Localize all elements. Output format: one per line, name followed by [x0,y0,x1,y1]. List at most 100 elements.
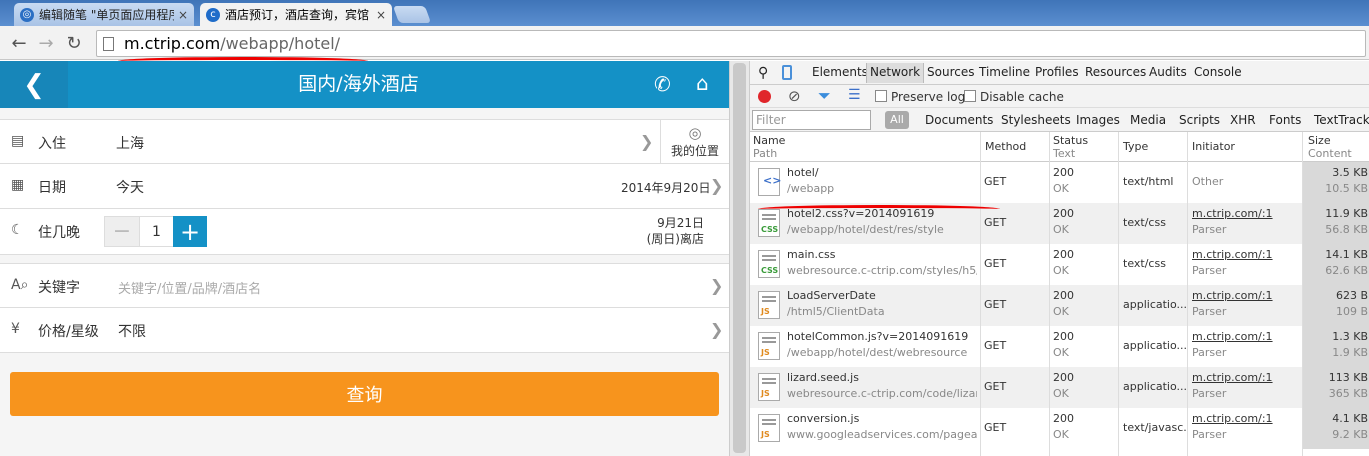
phone-icon[interactable]: ✆ [654,72,671,96]
request-initiator-cell: m.ctrip.com/:1 Parser [1192,247,1300,279]
nights-stepper: − 1 + [104,216,207,247]
close-tab-icon[interactable]: × [376,8,386,22]
column-divider [980,132,981,456]
filter-images[interactable]: Images [1076,113,1120,127]
filter-fonts[interactable]: Fonts [1269,113,1301,127]
request-content-size: 62.6 KB [1325,264,1368,277]
network-request-row[interactable]: CSS main.css webresource.c-ctrip.com/style… [750,244,1369,285]
filter-funnel-icon[interactable]: ⏷ [818,86,831,106]
inspect-icon[interactable]: ⚲ [758,65,768,81]
tab-elements[interactable]: Elements [812,65,868,79]
request-initiator[interactable]: m.ctrip.com/:1 [1192,247,1300,263]
request-name-cell: hotel/ /webapp [787,165,977,197]
search-button[interactable]: 查询 [10,372,719,416]
forward-arrow-icon[interactable]: → [35,32,57,54]
tab-resources[interactable]: Resources [1085,65,1146,79]
text-line [762,218,776,220]
list-view-icon[interactable]: ☰ [848,87,861,103]
close-tab-icon[interactable]: × [178,8,188,22]
request-status-text: OK [1053,305,1069,318]
tab-console[interactable]: Console [1194,65,1242,79]
request-initiator[interactable]: m.ctrip.com/:1 [1192,288,1300,304]
browser-tab-blog[interactable]: ◎ 编辑随笔 "单页面应用程序 × [14,3,194,26]
request-initiator-cell: m.ctrip.com/:1 Parser [1192,288,1300,320]
network-controls: ⊘ ⏷ ☰ Preserve log Disable cache [750,85,1369,108]
request-initiator[interactable]: m.ctrip.com/:1 [1192,411,1300,427]
request-name-cell: conversion.js www.googleadservices.com/pa… [787,411,977,443]
clear-icon[interactable]: ⊘ [788,87,801,105]
tab-audits[interactable]: Audits [1149,65,1187,79]
filter-xhr[interactable]: XHR [1230,113,1256,127]
column-size[interactable]: Size Content [1308,134,1352,160]
js-file-icon: JS [758,291,780,319]
filter-input[interactable]: Filter [752,110,871,130]
filter-all-button[interactable]: All [885,111,909,129]
tab-timeline[interactable]: Timeline [979,65,1030,79]
price-value: 不限 [118,324,146,340]
keyword-row[interactable]: A⌕ 关键字 关键字/位置/品牌/酒店名 ❯ [0,263,729,308]
request-initiator-cell: m.ctrip.com/:1 Parser [1192,206,1300,238]
request-method: GET [984,339,1007,352]
record-icon[interactable] [758,90,771,103]
tab-sources[interactable]: Sources [927,65,974,79]
request-content-size: 56.8 KB [1325,223,1368,236]
request-initiator[interactable]: m.ctrip.com/:1 [1192,370,1300,386]
html-file-icon: <> [758,168,781,196]
request-initiator-type: Parser [1192,223,1227,236]
request-name: hotel/ [787,166,819,179]
keyword-input[interactable]: 关键字/位置/品牌/酒店名 [118,278,261,297]
home-icon[interactable]: ⌂ [696,71,709,95]
scrollbar-thumb[interactable] [733,63,746,453]
chevron-right-icon: ❯ [640,132,654,151]
network-request-row[interactable]: JS hotelCommon.js?v=2014091619/webapp/hot… [750,326,1369,367]
price-row[interactable]: ¥ 价格/星级 不限 ❯ [0,308,729,353]
checkin-city-row[interactable]: ▤ 入住 上海 ❯ ◎ 我的位置 [0,119,729,164]
text-line [762,337,776,339]
request-type: applicatio... [1123,380,1187,393]
request-size-cell: 3.5 KB 10.5 KB [1306,165,1368,197]
increment-button[interactable]: + [173,216,207,247]
request-initiator-type: Parser [1192,387,1227,400]
network-request-row[interactable]: JS lizard.seed.js webresource.c-ctrip.com/… [750,367,1369,408]
filter-texttracks[interactable]: TextTracks [1314,113,1369,127]
address-bar[interactable]: m.ctrip.com/webapp/hotel/ [96,30,1366,57]
filter-stylesheets[interactable]: Stylesheets [1001,113,1071,127]
column-name[interactable]: Name Path [753,134,785,160]
filter-media[interactable]: Media [1130,113,1166,127]
network-request-row[interactable]: JS LoadServerDate/html5/ClientData GET 200 O… [750,285,1369,326]
decrement-button[interactable]: − [104,216,140,247]
tab-profiles[interactable]: Profiles [1035,65,1079,79]
request-content-size: 1.9 KB [1332,346,1368,359]
request-method: GET [984,298,1007,311]
my-location-button[interactable]: ◎ 我的位置 [660,120,729,164]
request-size-cell: 1.3 KB 1.9 KB [1306,329,1368,361]
back-chevron-icon[interactable]: ❮ [0,61,68,108]
network-request-row[interactable]: <> hotel/ /webapp GET 200 OK text/html Other 3.5… [750,162,1369,203]
disable-cache-checkbox[interactable] [964,90,976,102]
network-request-row[interactable]: JS conversion.js www.googleadservices.com/… [750,408,1369,449]
url-host: m.ctrip.com [124,34,221,53]
new-tab-button[interactable] [392,6,432,23]
request-status-text: OK [1053,182,1069,195]
filter-scripts[interactable]: Scripts [1179,113,1220,127]
checkin-date: 2014年9月20日 [621,181,711,195]
back-arrow-icon[interactable]: ← [8,32,30,54]
request-status-text: OK [1053,428,1069,441]
devtools-tab-bar: ⚲ Elements Network Sources Timeline Prof… [750,61,1369,85]
request-status-cell: 200 OK [1053,206,1113,238]
date-row[interactable]: ▦ 日期 今天 2014年9月20日 ❯ [0,164,729,209]
preserve-log-checkbox[interactable] [875,90,887,102]
nights-count[interactable]: 1 [140,216,173,247]
column-initiator[interactable]: Initiator [1192,140,1235,153]
device-mode-icon[interactable] [782,65,792,80]
browser-tab-ctrip[interactable]: c 酒店预订，酒店查询，宾馆 × [200,3,392,26]
filter-documents[interactable]: Documents [925,113,993,127]
column-method[interactable]: Method [985,140,1026,153]
request-initiator[interactable]: m.ctrip.com/:1 [1192,329,1300,345]
column-type[interactable]: Type [1123,140,1148,153]
tab-network[interactable]: Network [866,63,925,83]
request-initiator[interactable]: m.ctrip.com/:1 [1192,206,1300,222]
search-text-icon: A⌕ [11,277,29,293]
reload-icon[interactable]: ↻ [63,32,85,54]
column-status[interactable]: Status Text [1053,134,1088,160]
